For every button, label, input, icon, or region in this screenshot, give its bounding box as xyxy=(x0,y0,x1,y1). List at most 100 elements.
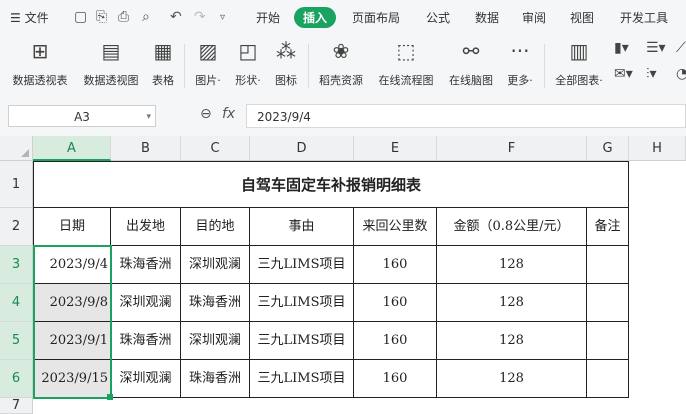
row-header-5[interactable]: 5 xyxy=(0,322,33,360)
tab-developer[interactable]: 开发工具 xyxy=(620,9,668,26)
data-cell-destination[interactable]: 深圳观澜 xyxy=(181,322,250,360)
tab-view[interactable]: 视图 xyxy=(570,9,594,26)
print-preview-icon[interactable]: ⌕ xyxy=(142,9,150,25)
data-cell-date[interactable]: 2023/9/8 xyxy=(33,284,111,322)
header-cell-remarks[interactable]: 备注 xyxy=(587,208,629,246)
pie-chart-icon[interactable]: ◔ xyxy=(676,66,686,82)
ribbon-separator xyxy=(184,44,185,88)
formula-bar: A3 ▾ ⊖ fx 2023/9/4 xyxy=(0,96,686,136)
icons-button[interactable]: ⁂ 图标 xyxy=(270,38,302,88)
print-icon[interactable]: ⎙ xyxy=(118,9,129,25)
pivot-table-button[interactable]: ⊞ 数据透视表 xyxy=(8,38,72,88)
data-cell-distance[interactable]: 160 xyxy=(354,284,437,322)
tab-data[interactable]: 数据 xyxy=(475,9,499,26)
tab-home[interactable]: 开始 xyxy=(256,9,280,26)
map-chart-icon[interactable]: ✉▾ xyxy=(614,66,633,82)
line-chart-icon[interactable]: ⟋ xyxy=(676,40,686,56)
data-cell-date[interactable]: 2023/9/15 xyxy=(33,360,111,398)
fill-handle[interactable] xyxy=(107,394,113,400)
bar-chart-icon[interactable]: ☰▾ xyxy=(646,40,666,56)
data-cell-reason[interactable]: 三九LIMS项目 xyxy=(250,284,354,322)
data-cell-distance[interactable]: 160 xyxy=(354,360,437,398)
more-button[interactable]: ··· 更多· xyxy=(502,38,538,88)
row-header-2[interactable]: 2 xyxy=(0,208,33,246)
header-cell-date[interactable]: 日期 xyxy=(33,208,111,246)
zoom-search-icon[interactable]: ⊖ xyxy=(200,106,212,122)
shape-button[interactable]: ◰ 形状· xyxy=(230,38,266,88)
spreadsheet-grid: A B C D E F G H 1 2 3 4 5 6 7 自驾车固定车补报销明… xyxy=(0,136,686,414)
row-header-3[interactable]: 3 xyxy=(0,246,33,284)
select-all-corner[interactable] xyxy=(0,136,33,161)
data-cell-reason[interactable]: 三九LIMS项目 xyxy=(250,322,354,360)
sheet-title-cell[interactable]: 自驾车固定车补报销明细表 xyxy=(33,161,629,208)
column-chart-icon[interactable]: ▮▾ xyxy=(614,40,629,56)
header-cell-distance[interactable]: 来回公里数 xyxy=(354,208,437,246)
data-cell-remarks[interactable] xyxy=(587,360,629,398)
pivot-chart-button[interactable]: ▤ 数据透视图 xyxy=(78,38,144,88)
data-cell-amount[interactable]: 128 xyxy=(437,322,587,360)
row-header-1[interactable]: 1 xyxy=(0,161,33,208)
data-cell-destination[interactable]: 珠海香洲 xyxy=(181,284,250,322)
chevron-down-icon[interactable]: ▾ xyxy=(146,106,151,128)
column-header-h[interactable]: H xyxy=(629,136,686,161)
header-cell-reason[interactable]: 事由 xyxy=(250,208,354,246)
header-cell-departure[interactable]: 出发地 xyxy=(111,208,181,246)
table-button[interactable]: ▦ 表格 xyxy=(148,38,178,88)
formula-input[interactable]: 2023/9/4 xyxy=(246,104,686,128)
tab-page-layout[interactable]: 页面布局 xyxy=(352,9,400,26)
fx-icon[interactable]: fx xyxy=(222,106,235,122)
data-cell-departure[interactable]: 珠海香洲 xyxy=(111,246,181,284)
docer-resource-button[interactable]: ❀ 稻壳资源 xyxy=(314,38,368,88)
column-header-d[interactable]: D xyxy=(250,136,354,161)
data-cell-distance[interactable]: 160 xyxy=(354,246,437,284)
data-cell-amount[interactable]: 128 xyxy=(437,284,587,322)
undo-icon[interactable]: ↶ xyxy=(170,9,182,25)
export-icon[interactable]: ⎘ xyxy=(96,9,107,25)
data-cell-departure[interactable]: 深圳观澜 xyxy=(111,360,181,398)
data-cell-departure[interactable]: 深圳观澜 xyxy=(111,284,181,322)
tab-review[interactable]: 审阅 xyxy=(522,9,546,26)
column-header-b[interactable]: B xyxy=(111,136,181,161)
flowchart-button[interactable]: ⬚ 在线流程图 xyxy=(374,38,438,88)
data-cell-distance[interactable]: 160 xyxy=(354,322,437,360)
column-header-c[interactable]: C xyxy=(181,136,250,161)
header-cell-amount[interactable]: 金额（0.8公里/元） xyxy=(437,208,587,246)
data-cell-reason[interactable]: 三九LIMS项目 xyxy=(250,246,354,284)
data-cell-departure[interactable]: 珠海香洲 xyxy=(111,322,181,360)
docer-resource-icon: ❀ xyxy=(332,39,350,63)
column-header-e[interactable]: E xyxy=(354,136,437,161)
redo-icon[interactable]: ↷ xyxy=(194,9,206,25)
column-header-f[interactable]: F xyxy=(437,136,587,161)
picture-icon: ▨ xyxy=(198,39,218,63)
file-menu[interactable]: ☰ 文件 xyxy=(10,9,49,26)
customize-toolbar-icon[interactable]: ▿ xyxy=(220,12,225,23)
data-cell-destination[interactable]: 珠海香洲 xyxy=(181,360,250,398)
name-box[interactable]: A3 ▾ xyxy=(8,105,156,127)
mindmap-button[interactable]: ⚯ 在线脑图 xyxy=(444,38,498,88)
row-header-7[interactable]: 7 xyxy=(0,398,33,414)
stock-chart-icon[interactable]: ⫶▾ xyxy=(646,66,657,82)
save-icon[interactable]: ▢ xyxy=(74,9,87,25)
data-cell-date[interactable]: 2023/9/4 xyxy=(33,246,111,284)
column-header-g[interactable]: G xyxy=(587,136,629,161)
data-cell-remarks[interactable] xyxy=(587,284,629,322)
data-cell-date[interactable]: 2023/9/1 xyxy=(33,322,111,360)
all-charts-button[interactable]: ▥ 全部图表· xyxy=(550,38,608,88)
data-cell-remarks[interactable] xyxy=(587,322,629,360)
tab-insert[interactable]: 插入 xyxy=(294,7,337,28)
data-cell-amount[interactable]: 128 xyxy=(437,246,587,284)
data-cell-remarks[interactable] xyxy=(587,246,629,284)
header-cell-destination[interactable]: 目的地 xyxy=(181,208,250,246)
shape-icon: ◰ xyxy=(238,39,258,63)
mindmap-icon: ⚯ xyxy=(462,39,480,63)
data-cell-destination[interactable]: 深圳观澜 xyxy=(181,246,250,284)
picture-button[interactable]: ▨ 图片· xyxy=(190,38,226,88)
column-header-a[interactable]: A xyxy=(33,136,111,161)
tab-formulas[interactable]: 公式 xyxy=(426,9,450,26)
row-header-4[interactable]: 4 xyxy=(0,284,33,322)
ribbon-separator xyxy=(308,44,309,88)
ribbon-insert: ⊞ 数据透视表 ▤ 数据透视图 ▦ 表格 ▨ 图片· ◰ 形状· ⁂ 图标 ❀ … xyxy=(0,34,686,97)
data-cell-amount[interactable]: 128 xyxy=(437,360,587,398)
data-cell-reason[interactable]: 三九LIMS项目 xyxy=(250,360,354,398)
row-header-6[interactable]: 6 xyxy=(0,360,33,398)
